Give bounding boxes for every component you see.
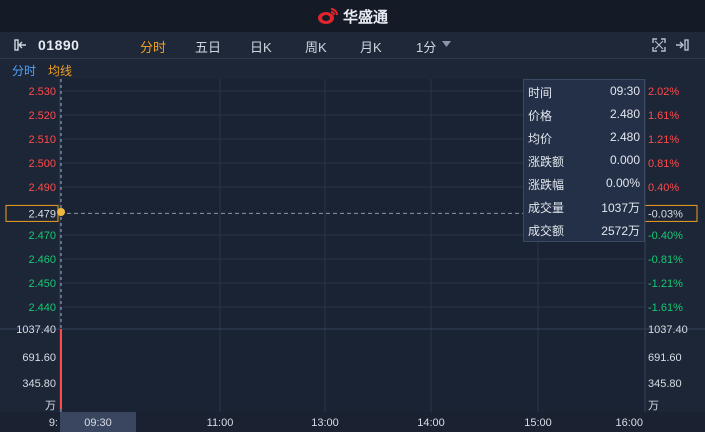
volume-tick-label: 万 [648,400,659,412]
title-bar: 华盛通 [0,0,705,32]
tab-monthly-k[interactable]: 月K [360,37,382,56]
tooltip-label: 价格 [528,109,553,123]
tooltip-row-price: 价格 2.480 [528,107,640,124]
price-tick-label: 2.470 [28,230,56,242]
tooltip-row-time: 时间 09:30 [528,84,640,101]
tooltip-label: 均价 [528,132,553,146]
price-tick-label: 2.479 [28,208,56,220]
price-tick-label: 2.500 [28,158,56,170]
tooltip-value: 2.480 [609,130,640,144]
tooltip-value: 09:30 [609,84,640,98]
price-tick-label: 2.440 [28,302,56,314]
price-tick-label: 2.520 [28,110,56,122]
time-tick-label: 15:00 [524,417,552,429]
tab-intraday[interactable]: 分时 [140,37,166,56]
volume-tick-label: 691.60 [648,352,682,364]
tab-weekly-k[interactable]: 周K [305,37,327,56]
time-tick-label: 14:00 [417,417,445,429]
volume-tick-label: 345.80 [22,378,56,390]
brand-name: 华盛通 [342,8,388,26]
pct-tick-label: 2.02% [648,86,679,98]
pct-tick-label: -0.03% [648,208,683,220]
volume-tick-label: 691.60 [22,352,56,364]
volume-tick-label: 345.80 [648,378,682,390]
tooltip-row-change-pct: 涨跌幅 0.00% [528,176,640,193]
time-tick-label: 09:30 [84,417,112,429]
pct-tick-label: 1.61% [648,110,679,122]
volume-tick-label: 1037.40 [16,324,56,336]
tooltip-label: 涨跌额 [528,155,565,169]
tooltip-value: 0.00% [605,176,640,190]
quote-tooltip: 时间 09:30 价格 2.480 均价 2.480 涨跌额 0.000 涨跌幅 0.00… [523,79,645,242]
pct-tick-label: -0.40% [648,230,683,242]
pct-tick-label: -1.61% [648,302,683,314]
exit-icon[interactable] [675,38,689,52]
time-tick-label: 11:00 [207,417,234,429]
brand: 华盛通 [317,6,388,27]
tooltip-label: 涨跌幅 [528,178,565,192]
price-tick-label: 2.460 [28,254,56,266]
price-tick-label: 2.530 [28,86,56,98]
price-tick-label: 2.510 [28,134,56,146]
weibo-style-logo-icon [317,8,338,24]
time-tick-label: 13:00 [311,417,339,429]
tooltip-row-volume: 成交量 1037万 [528,199,640,216]
pct-tick-label: 0.40% [648,182,679,194]
pct-tick-label: -1.21% [648,278,683,290]
tooltip-row-avg: 均价 2.480 [528,130,640,147]
stock-code: 01890 [38,37,80,53]
app-window: 华盛通 01890 分时 五日 日K 周K 月K 1分 分时 均线 2.530 2… [0,0,705,432]
chart-legend-bar: 分时 均线 [0,59,705,79]
caret-down-icon[interactable] [442,41,451,47]
tab-daily-k[interactable]: 日K [250,37,272,56]
time-tick-label: 16:00 [615,417,643,429]
time-start-partial: 9: [49,417,58,429]
tooltip-value: 1037万 [601,201,640,215]
volume-tick-label: 1037.40 [648,324,688,336]
pct-tick-label: 0.81% [648,158,679,170]
volume-bar [60,329,62,409]
price-point [57,208,65,216]
tooltip-label: 成交量 [528,201,565,215]
avg-line-label: 均线 [48,64,73,78]
pct-tick-label: -0.81% [648,254,683,266]
price-tick-label: 2.490 [28,182,56,194]
tooltip-label: 成交额 [528,224,565,238]
tooltip-row-turnover: 成交额 2572万 [528,222,640,239]
tooltip-label: 时间 [528,86,553,100]
tooltip-row-change: 涨跌额 0.000 [528,153,640,170]
tooltip-value: 2572万 [601,224,640,238]
pct-tick-label: 1.21% [648,134,679,146]
tab-minute-select[interactable]: 1分 [416,37,436,56]
panel-toggle-icon[interactable] [14,38,28,52]
expand-icon[interactable] [652,38,666,52]
volume-tick-label: 万 [45,400,56,412]
price-tick-label: 2.450 [28,278,56,290]
tab-five-day[interactable]: 五日 [195,37,221,56]
tooltip-value: 2.480 [609,107,640,121]
mode-label: 分时 [12,64,37,78]
tooltip-value: 0.000 [609,153,640,167]
toolbar: 01890 分时 五日 日K 周K 月K 1分 [0,32,705,59]
